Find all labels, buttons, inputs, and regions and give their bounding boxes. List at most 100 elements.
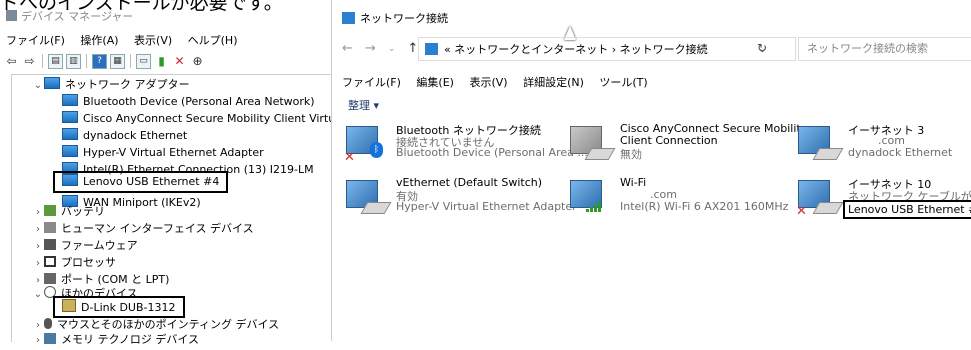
- window-title-text: ネットワーク接続: [360, 12, 448, 25]
- up-arrow-icon[interactable]: ↑: [407, 41, 418, 56]
- network-folder-icon: [425, 43, 438, 55]
- wifi-signal-icon: [586, 202, 602, 212]
- connection-device-highlighted: Lenovo USB Ethernet #4: [842, 200, 971, 219]
- menu-file[interactable]: ファイル(F): [6, 34, 65, 47]
- forward-arrow-icon[interactable]: ⇨: [22, 54, 37, 69]
- tree-item-label: Lenovo USB Ethernet #4: [83, 175, 220, 188]
- tree-item-label: Cisco AnyConnect Secure Mobility Client …: [83, 112, 331, 125]
- device-manager-title-text: デバイス マネージャー: [21, 10, 134, 23]
- connection-device: Intel(R) Wi-Fi 6 AX201 160MHz: [620, 200, 789, 213]
- connection-ethernet-10[interactable]: ✕ イーサネット 10 ネットワーク ケーブルが接続されて Lenovo USB…: [796, 176, 971, 224]
- tree-item-firmware[interactable]: › ファームウェア: [32, 237, 138, 255]
- cable-icon: [812, 202, 844, 214]
- address-bar[interactable]: « ネットワークとインターネット › ネットワーク接続 ⌄: [418, 37, 796, 61]
- tree-item-device[interactable]: Cisco AnyConnect Secure Mobility Client …: [62, 110, 331, 128]
- connection-name: Wi-Fi: [620, 176, 647, 189]
- update-driver-icon[interactable]: ▮: [154, 54, 169, 69]
- other-devices-icon: [44, 286, 56, 298]
- tree-item-hid[interactable]: › ヒューマン インターフェイス デバイス: [32, 220, 254, 238]
- tree-item-device[interactable]: Bluetooth Device (Personal Area Network): [62, 93, 315, 111]
- tree-item-device[interactable]: dynadock Ethernet: [62, 127, 187, 145]
- device-manager-menubar: ファイル(F) 操作(A) 表示(V) ヘルプ(H): [6, 32, 250, 48]
- window-title: ネットワーク接続: [342, 10, 448, 26]
- firmware-icon: [44, 239, 56, 250]
- network-adapter-icon: [62, 111, 78, 123]
- tree-item-label: ヒューマン インターフェイス デバイス: [61, 222, 254, 235]
- chevron-down-icon[interactable]: ⌄: [32, 286, 44, 304]
- disconnected-x-icon: ✕: [344, 150, 355, 165]
- chevron-down-icon[interactable]: ⌄: [388, 44, 396, 54]
- refresh-icon[interactable]: ↻: [757, 41, 767, 55]
- toolbar-divider: [42, 54, 43, 68]
- connection-bluetooth[interactable]: ✕ ᛒ Bluetooth ネットワーク接続 接続されていません Bluetoo…: [344, 122, 588, 170]
- scan-hardware-icon[interactable]: ⊕: [190, 54, 205, 69]
- device-view-icon[interactable]: ▦: [110, 53, 125, 69]
- menu-view[interactable]: 表示(V): [134, 34, 172, 47]
- tree-item-processors[interactable]: › プロセッサ: [32, 254, 116, 272]
- memory-icon: [44, 333, 56, 344]
- port-icon: [44, 273, 56, 284]
- menu-advanced[interactable]: 詳細設定(N): [523, 76, 584, 89]
- menu-edit[interactable]: 編集(E): [416, 76, 454, 89]
- tree-item-label: ファームウェア: [61, 239, 138, 252]
- back-arrow-icon[interactable]: ←: [342, 41, 353, 56]
- hid-icon: [44, 222, 56, 233]
- network-adapter-icon: [62, 145, 78, 157]
- tree-item-network-adapters[interactable]: ⌄ ネットワーク アダプター: [32, 76, 190, 94]
- list-view-icon[interactable]: ▥: [66, 53, 81, 69]
- warning-device-icon: [62, 299, 76, 312]
- network-adapter-icon: [62, 162, 78, 174]
- connection-device: 無効: [620, 148, 642, 161]
- processor-icon: [44, 256, 56, 267]
- menu-tools[interactable]: ツール(T): [599, 76, 647, 89]
- menu-view[interactable]: 表示(V): [469, 76, 507, 89]
- help-icon[interactable]: ?: [92, 53, 107, 69]
- monitor-icon[interactable]: ▭: [136, 53, 151, 69]
- search-input[interactable]: ネットワーク接続の検索: [798, 37, 971, 61]
- tree-item-label: Bluetooth Device (Personal Area Network): [83, 95, 315, 108]
- toolbar-divider: [86, 54, 87, 68]
- uninstall-x-icon[interactable]: ✕: [172, 54, 187, 69]
- cable-icon: [360, 202, 392, 214]
- menu-file[interactable]: ファイル(F): [342, 76, 401, 89]
- forward-arrow-icon[interactable]: →: [365, 41, 376, 56]
- address-path: « ネットワークとインターネット › ネットワーク接続: [444, 43, 708, 56]
- tree-item-batteries[interactable]: › バッテリ: [32, 203, 105, 221]
- tree-item-label: メモリ テクノロジ デバイス: [61, 333, 200, 346]
- menu-action[interactable]: 操作(A): [80, 34, 118, 47]
- tree-item-label: ネットワーク アダプター: [65, 78, 190, 91]
- cable-icon: [812, 148, 844, 160]
- bluetooth-icon: ᛒ: [370, 142, 383, 158]
- nav-buttons: ← → ⌄ ↑: [342, 41, 418, 56]
- connection-cisco[interactable]: Cisco AnyConnect Secure Mobility Client …: [570, 122, 807, 170]
- connection-device: dynadock Ethernet: [848, 146, 953, 159]
- device-manager-toolbar: ⇦ ⇨ ▤ ▥ ? ▦ ▭ ▮ ✕ ⊕: [4, 52, 205, 70]
- connection-wifi[interactable]: Wi-Fi .com Intel(R) Wi-Fi 6 AX201 160MHz: [570, 176, 790, 224]
- network-adapter-icon: [62, 128, 78, 140]
- tree-item-label: バッテリ: [61, 205, 105, 218]
- tree-item-memory-tech[interactable]: › メモリ テクノロジ デバイス: [32, 331, 199, 349]
- connection-status: ネットワーク ケーブルが接続されて: [848, 190, 971, 203]
- tree-item-lenovo-usb-ethernet[interactable]: Lenovo USB Ethernet #4: [52, 171, 229, 193]
- chevron-down-icon[interactable]: ⌄: [32, 77, 44, 95]
- device-manager-title: デバイス マネージャー: [6, 8, 133, 24]
- tree-item-label: マウスとそのほかのポインティング デバイス: [57, 318, 280, 331]
- organize-button[interactable]: 整理 ▾: [348, 97, 379, 113]
- tree-item-dlink-dub-1312[interactable]: D-Link DUB-1312: [53, 296, 185, 318]
- connection-device: Hyper-V Virtual Ethernet Adapter: [396, 200, 577, 213]
- chevron-right-icon[interactable]: ›: [32, 332, 44, 350]
- disconnected-x-icon: ✕: [796, 204, 807, 219]
- back-arrow-icon[interactable]: ⇦: [4, 54, 19, 69]
- mouse-icon: [44, 318, 52, 329]
- connection-vethernet[interactable]: vEthernet (Default Switch) 有効 Hyper-V Vi…: [346, 176, 577, 224]
- tree-item-device[interactable]: Hyper-V Virtual Ethernet Adapter: [62, 144, 264, 162]
- network-adapter-icon: [62, 174, 78, 186]
- properties-icon[interactable]: ▤: [48, 53, 63, 69]
- network-adapter-icon: [62, 94, 78, 106]
- tree-item-label: プロセッサ: [61, 256, 116, 269]
- network-connections-window: ネットワーク接続 ← → ⌄ ↑ « ネットワークとインターネット › ネットワ…: [331, 0, 971, 341]
- network-menubar: ファイル(F) 編集(E) 表示(V) 詳細設定(N) ツール(T): [342, 74, 660, 90]
- connection-ethernet-3[interactable]: イーサネット 3 .com dynadock Ethernet: [798, 122, 968, 170]
- tree-item-label: D-Link DUB-1312: [81, 301, 176, 314]
- menu-help[interactable]: ヘルプ(H): [188, 34, 238, 47]
